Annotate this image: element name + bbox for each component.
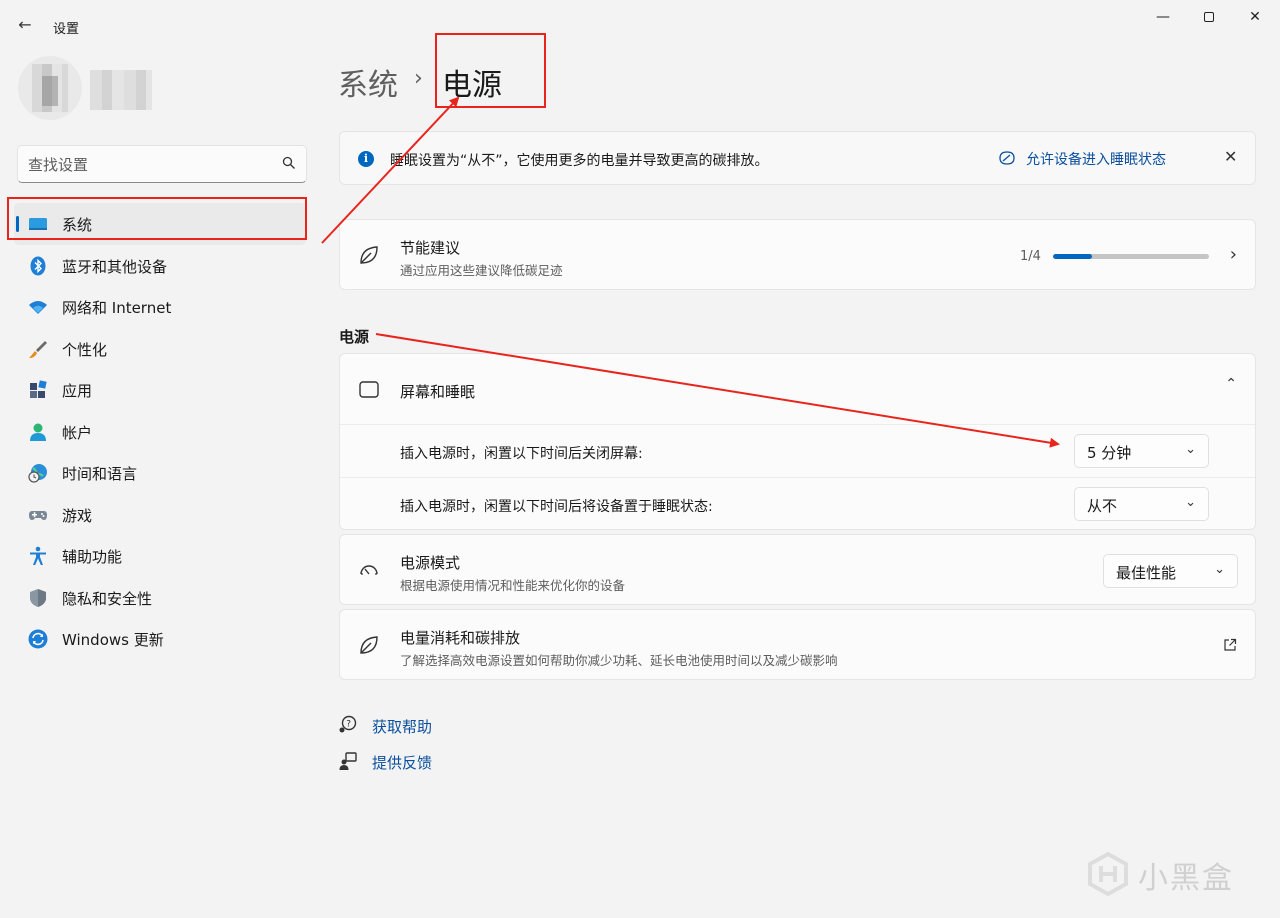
- chevron-down-icon: ⌄: [1214, 562, 1225, 577]
- progress-bar: [1053, 254, 1209, 259]
- sidebar-item-accounts[interactable]: 帐户: [14, 411, 306, 453]
- power-mode-subtitle: 根据电源使用情况和性能来优化你的设备: [400, 578, 626, 593]
- sidebar-item-gaming[interactable]: 游戏: [14, 494, 306, 536]
- get-help-link[interactable]: 获取帮助: [372, 716, 432, 737]
- leaf-icon: [360, 246, 378, 264]
- divider: [340, 477, 1255, 478]
- gamepad-icon: [29, 510, 47, 520]
- power-consumption-card[interactable]: 电量消耗和碳排放 了解选择高效电源设置如何帮助你减少功耗、延长电池使用时间以及减…: [339, 609, 1256, 680]
- sidebar-item-accessibility[interactable]: 辅助功能: [14, 535, 306, 577]
- dismiss-info-button[interactable]: ✕: [1224, 147, 1237, 166]
- feedback-icon: [339, 752, 357, 770]
- bluetooth-icon: [30, 256, 46, 275]
- sidebar-item-personalization[interactable]: 个性化: [14, 328, 306, 370]
- leaf-icon: [360, 636, 378, 654]
- globe-clock-icon: [28, 464, 47, 483]
- close-window-button[interactable]: ✕: [1232, 4, 1278, 30]
- feedback-link[interactable]: 提供反馈: [372, 752, 432, 773]
- maximize-icon: [1204, 12, 1214, 22]
- sidebar-item-apps[interactable]: 应用: [14, 369, 306, 411]
- minimize-button[interactable]: —: [1140, 4, 1186, 30]
- sidebar-item-label: 蓝牙和其他设备: [62, 257, 168, 276]
- divider: [340, 424, 1255, 425]
- chevron-down-icon: ⌄: [1185, 495, 1196, 510]
- energy-recommendations-card[interactable]: 节能建议 通过应用这些建议降低碳足迹 1/4 ›: [339, 219, 1256, 290]
- screen-sleep-icon: [359, 381, 379, 399]
- info-bar: i 睡眠设置为“从不”，它使用更多的电量并导致更高的碳排放。 允许设备进入睡眠状…: [339, 131, 1256, 185]
- sidebar-item-label: 隐私和安全性: [62, 589, 153, 608]
- sidebar-item-label: 帐户: [62, 423, 93, 442]
- search-icon[interactable]: [282, 156, 296, 170]
- annotation-box-system: [7, 197, 307, 240]
- sidebar-item-windows-update[interactable]: Windows 更新: [14, 618, 306, 660]
- sidebar-item-label: Windows 更新: [62, 631, 164, 649]
- power-section-title: 电源: [339, 328, 370, 346]
- progress-text: 1/4: [1020, 249, 1041, 264]
- energy-recommendations-subtitle: 通过应用这些建议降低碳足迹: [400, 263, 563, 278]
- info-bar-text: 睡眠设置为“从不”，它使用更多的电量并导致更高的碳排放。: [390, 153, 769, 169]
- sidebar-item-network[interactable]: 网络和 Internet: [14, 286, 306, 328]
- sidebar-item-time-language[interactable]: 时间和语言: [14, 452, 306, 494]
- screen-off-label: 插入电源时，闲置以下时间后关闭屏幕:: [400, 446, 643, 462]
- screen-sleep-title[interactable]: 屏幕和睡眠: [400, 381, 475, 402]
- gauge-icon: [360, 565, 378, 575]
- update-icon: [28, 629, 48, 649]
- user-name-blurred: [90, 70, 152, 110]
- dropdown-value: 从不: [1087, 497, 1118, 515]
- dropdown-value: 5 分钟: [1087, 444, 1132, 462]
- shield-icon: [30, 588, 46, 607]
- accessibility-icon: [30, 546, 46, 565]
- back-button[interactable]: ←: [14, 14, 36, 36]
- energy-recommendations-title: 节能建议: [400, 239, 461, 257]
- sleep-label: 插入电源时，闲置以下时间后将设备置于睡眠状态:: [400, 499, 713, 515]
- power-consumption-subtitle: 了解选择高效电源设置如何帮助你减少功耗、延长电池使用时间以及减少碳影响: [400, 653, 838, 668]
- breadcrumb-parent[interactable]: 系统: [338, 60, 398, 104]
- screen-off-dropdown[interactable]: 5 分钟 ⌄: [1074, 434, 1209, 468]
- title-bar: ← 设置 — ✕: [0, 0, 1280, 48]
- sidebar-item-label: 个性化: [62, 340, 108, 359]
- sleep-dropdown[interactable]: 从不 ⌄: [1074, 487, 1209, 521]
- allow-sleep-link[interactable]: 允许设备进入睡眠状态: [1026, 149, 1166, 169]
- search-box: [17, 145, 307, 183]
- chevron-right-icon: ›: [1229, 244, 1237, 265]
- sidebar-item-label: 辅助功能: [62, 548, 123, 566]
- power-consumption-title: 电量消耗和碳排放: [400, 629, 521, 647]
- help-icon: ?: [339, 715, 357, 733]
- leaf-link-icon: [999, 151, 1015, 165]
- external-link-icon: [1224, 638, 1237, 651]
- watermark-text: 小黑盒: [1138, 861, 1234, 896]
- sidebar-item-label: 游戏: [62, 506, 93, 525]
- sidebar-item-label: 应用: [62, 382, 93, 400]
- maximize-button[interactable]: [1186, 4, 1232, 30]
- progress-fill: [1053, 254, 1092, 259]
- search-input[interactable]: [28, 154, 268, 176]
- power-mode-dropdown[interactable]: 最佳性能 ⌄: [1103, 554, 1238, 588]
- power-mode-card: 电源模式 根据电源使用情况和性能来优化你的设备 最佳性能 ⌄: [339, 534, 1256, 605]
- sidebar-item-bluetooth[interactable]: 蓝牙和其他设备: [14, 245, 306, 287]
- power-mode-title: 电源模式: [400, 554, 461, 572]
- svg-text:?: ?: [346, 720, 351, 730]
- wifi-icon: [29, 301, 47, 314]
- chevron-down-icon: ⌄: [1185, 442, 1196, 457]
- sidebar-item-label: 网络和 Internet: [62, 299, 172, 317]
- info-icon: i: [358, 151, 374, 167]
- breadcrumb-separator: ›: [414, 66, 423, 91]
- dropdown-value: 最佳性能: [1116, 564, 1177, 582]
- screen-sleep-group: 屏幕和睡眠 ⌃ 插入电源时，闲置以下时间后关闭屏幕: 5 分钟 ⌄ 插入电源时，…: [339, 353, 1256, 530]
- brush-icon: [29, 340, 47, 358]
- sidebar-nav: 系统 蓝牙和其他设备 网络和 Internet 个性化 应用 帐户 时间和语言 …: [0, 203, 320, 660]
- avatar[interactable]: [18, 56, 82, 120]
- annotation-box-title: [435, 33, 546, 108]
- app-title: 设置: [53, 22, 80, 37]
- sidebar-item-privacy[interactable]: 隐私和安全性: [14, 577, 306, 619]
- account-icon: [30, 423, 46, 441]
- chevron-up-icon[interactable]: ⌃: [1225, 376, 1237, 392]
- apps-icon: [30, 380, 47, 398]
- sidebar-item-label: 时间和语言: [62, 465, 138, 483]
